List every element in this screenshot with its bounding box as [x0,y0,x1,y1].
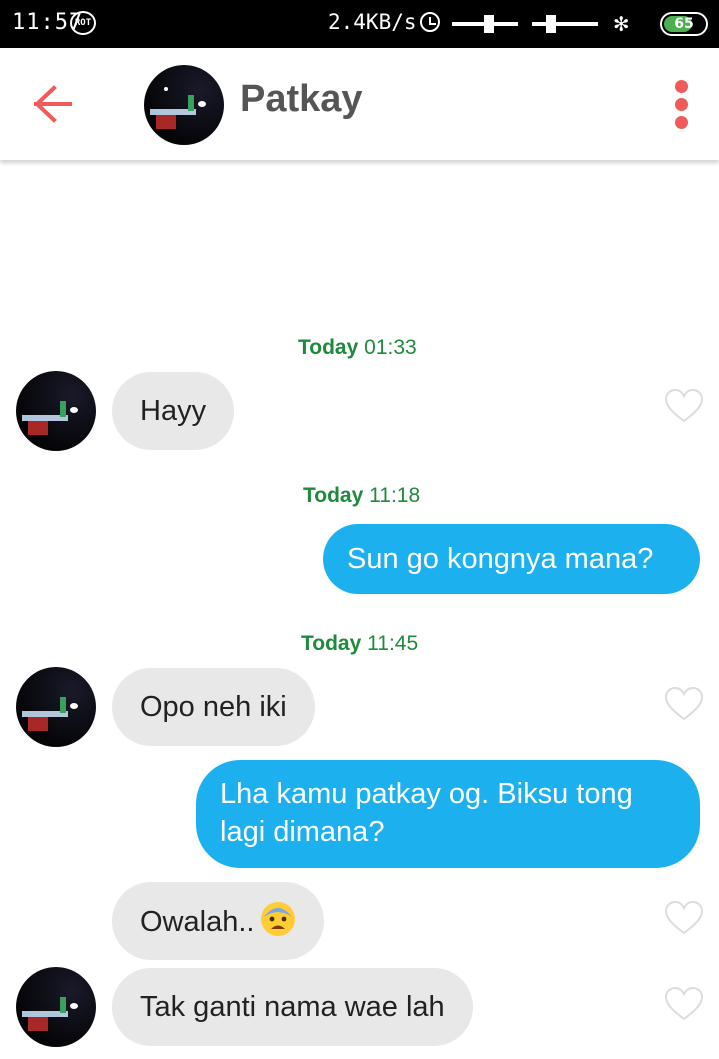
chat-header: Patkay [0,48,719,160]
signal-strength-icon [452,15,518,33]
anxious-face-emoji [261,902,296,936]
more-options-button[interactable] [668,80,696,130]
back-button[interactable] [32,82,80,126]
incoming-message[interactable]: Owalah.. [112,882,325,960]
signal-strength-2-icon [532,15,598,33]
incoming-message[interactable]: Tak ganti nama wae lah [112,968,473,1046]
contact-name[interactable]: Patkay [240,78,363,121]
heart-icon[interactable] [664,986,704,1022]
contact-avatar[interactable] [144,65,224,145]
battery-icon: 65 [660,12,708,36]
timestamp: Today 11:45 [301,632,419,655]
more-vertical-icon [675,80,688,93]
sender-avatar[interactable] [16,967,96,1047]
arrow-left-icon [34,85,72,123]
alarm-icon [420,12,440,32]
heart-icon[interactable] [664,388,704,424]
app-notification-icon: ROT [70,11,96,35]
incoming-message[interactable]: Opo neh iki [112,668,315,746]
timestamp: Today 11:18 [303,484,421,507]
heart-icon[interactable] [664,900,704,936]
fan-icon: ✻ [614,9,629,37]
heart-icon[interactable] [664,686,704,722]
outgoing-message[interactable]: Sun go kongnya mana? [323,524,700,594]
sender-avatar[interactable] [16,667,96,747]
sender-avatar[interactable] [16,371,96,451]
status-bar: 11:57 ROT 2.4KB/s ✻ 65 [0,0,719,48]
message-list[interactable]: Today 01:33 Hayy Today 11:18 Sun go kong… [0,160,719,1059]
network-speed: 2.4KB/s [328,10,417,34]
battery-level: 65 [674,16,694,32]
incoming-message[interactable]: Hayy [112,372,235,450]
timestamp: Today 01:33 [298,336,417,359]
outgoing-message[interactable]: Lha kamu patkay og. Biksu tong lagi dima… [196,760,700,868]
